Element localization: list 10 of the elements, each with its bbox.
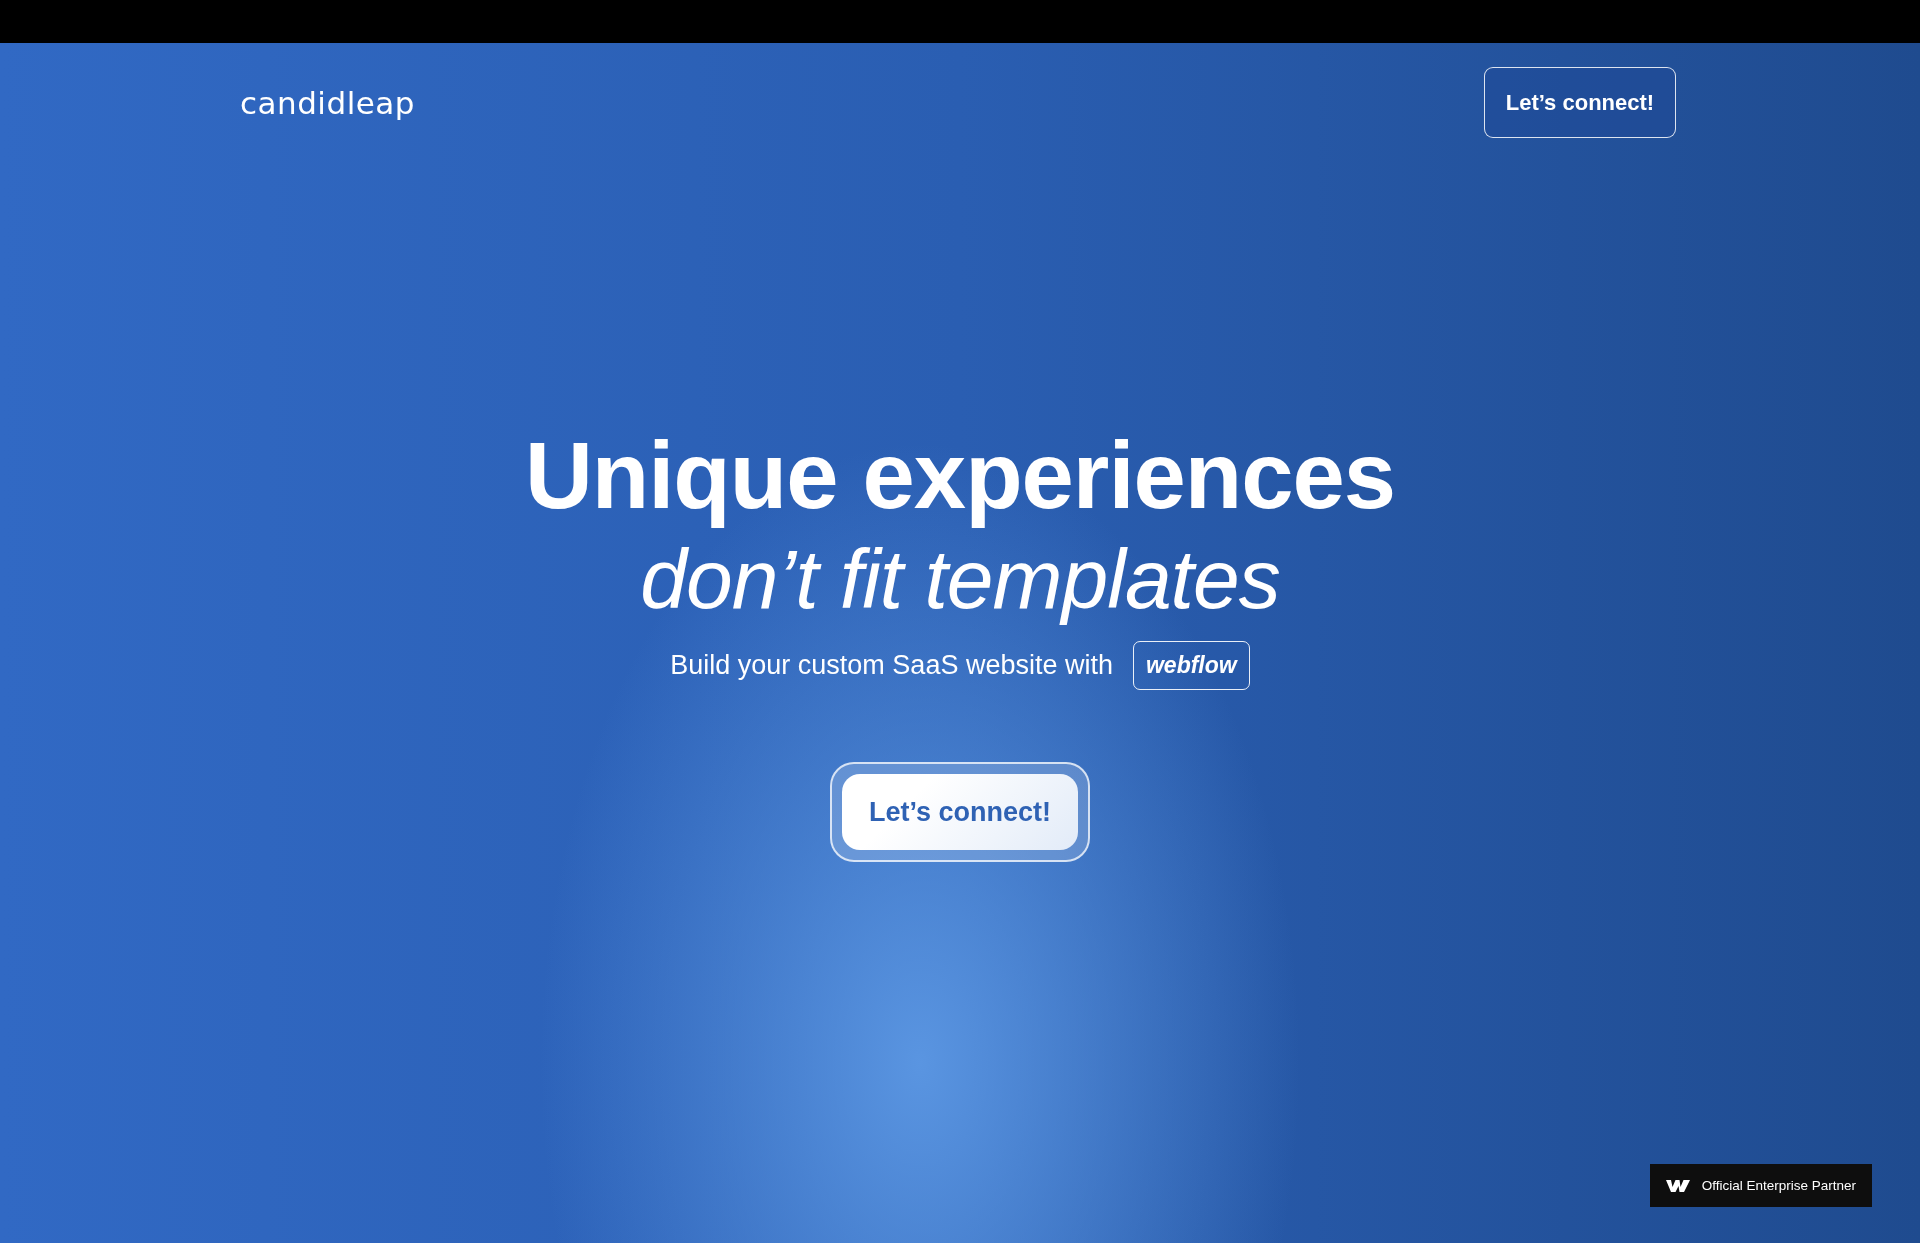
connect-button[interactable]: Let’s connect! [1484,67,1676,138]
logo[interactable]: candidleap [240,84,415,121]
partner-label: Official Enterprise Partner [1701,1178,1856,1193]
partner-badge[interactable]: Official Enterprise Partner [1649,1164,1872,1207]
connect-button[interactable]: Let’s connect! [842,774,1078,850]
webflow-badge: webflow [1133,641,1250,690]
tagline: Build your custom SaaS website with [670,650,1113,681]
webflow-icon [1665,1178,1690,1193]
headline: Unique experiences [524,423,1396,529]
headline-italic: don’t fit templates [640,531,1280,628]
